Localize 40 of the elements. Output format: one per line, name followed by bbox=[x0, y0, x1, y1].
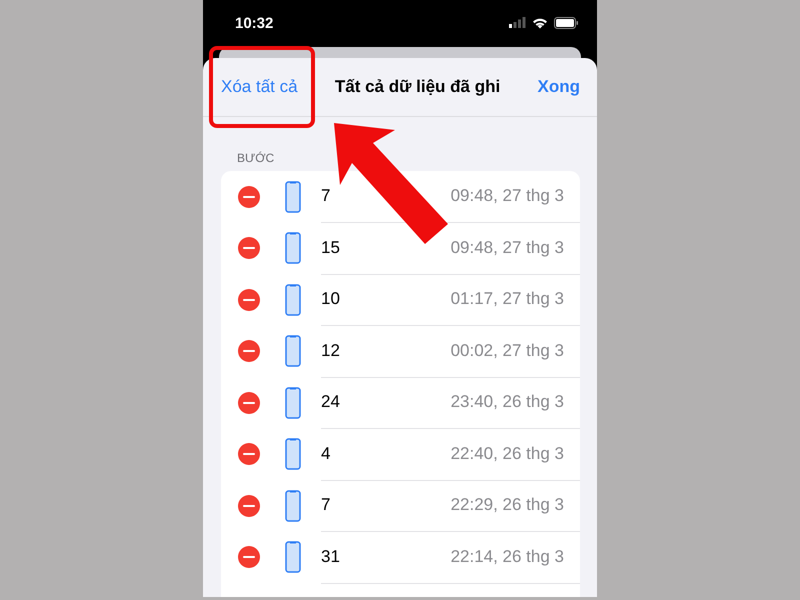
step-count: 31 bbox=[321, 546, 340, 567]
step-count: 24 bbox=[321, 392, 340, 412]
step-count: 12 bbox=[321, 340, 340, 361]
step-count: 10 bbox=[321, 289, 340, 310]
entry-time: 00:02, 27 thg 3 bbox=[450, 340, 564, 361]
entry-time: 22:29, 26 thg 3 bbox=[450, 495, 564, 516]
done-button[interactable]: Xong bbox=[538, 77, 580, 97]
phone-icon bbox=[285, 284, 301, 316]
delete-icon[interactable] bbox=[238, 443, 260, 466]
delete-icon[interactable] bbox=[238, 546, 260, 568]
step-count: 4 bbox=[321, 444, 330, 464]
section-header: BƯỚC bbox=[236, 150, 276, 167]
delete-icon[interactable] bbox=[238, 494, 260, 517]
battery-icon bbox=[554, 16, 579, 28]
phone-icon bbox=[285, 335, 301, 368]
delete-icon[interactable] bbox=[238, 186, 260, 208]
delete-all-button[interactable]: Xóa tất cả bbox=[221, 77, 298, 97]
phone-icon bbox=[285, 386, 301, 419]
delete-icon[interactable] bbox=[238, 340, 260, 362]
status-time: 10:32 bbox=[235, 14, 274, 32]
phone-icon bbox=[285, 490, 301, 522]
signal-icon bbox=[509, 17, 526, 28]
sheet-title: Tất cả dữ liệu đã ghi bbox=[334, 77, 500, 97]
step-count: 7 bbox=[321, 186, 330, 206]
wifi-icon bbox=[532, 16, 548, 28]
entry-time: 23:40, 26 thg 3 bbox=[450, 392, 564, 412]
phone-icon bbox=[285, 541, 301, 574]
step-count: 7 bbox=[321, 495, 330, 516]
delete-icon[interactable] bbox=[238, 392, 260, 414]
phone-icon bbox=[285, 180, 301, 213]
step-count: 15 bbox=[321, 238, 340, 258]
delete-icon[interactable] bbox=[238, 237, 260, 260]
entry-time: 22:14, 26 thg 3 bbox=[450, 546, 564, 567]
entry-time: 22:40, 26 thg 3 bbox=[450, 444, 564, 464]
entry-time: 09:48, 27 thg 3 bbox=[450, 186, 564, 206]
entry-time: 09:48, 27 thg 3 bbox=[450, 238, 564, 258]
phone-icon bbox=[285, 232, 301, 264]
delete-icon[interactable] bbox=[238, 288, 260, 311]
entry-time: 01:17, 27 thg 3 bbox=[450, 289, 564, 310]
phone-icon bbox=[285, 438, 301, 470]
